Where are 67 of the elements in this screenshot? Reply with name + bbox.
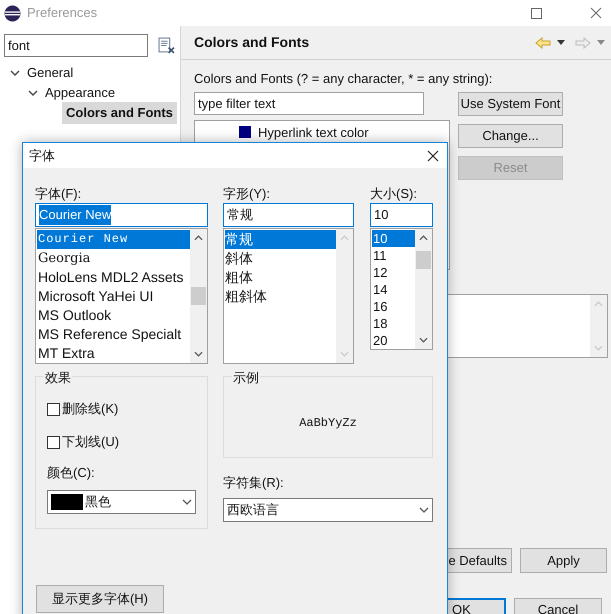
scrollbar[interactable] xyxy=(190,229,207,363)
window-title: Preferences xyxy=(27,4,98,22)
charset-dropdown[interactable]: 西欧语言 xyxy=(223,498,433,522)
chevron-down-icon xyxy=(419,506,429,512)
field-label: 字形(Y): xyxy=(223,185,271,200)
font-name-field[interactable]: Courier New xyxy=(35,203,208,227)
app-logo-icon xyxy=(4,4,21,22)
field-label: 字符集(R): xyxy=(223,474,285,492)
scrollbar[interactable] xyxy=(415,229,432,349)
size-option[interactable]: 16 xyxy=(372,298,415,315)
page-title: Colors and Fonts xyxy=(194,33,310,52)
sample-text: AaBbYyZz xyxy=(299,415,357,432)
style-list[interactable]: 常规 斜体 粗体 粗斜体 xyxy=(223,228,354,364)
expand-chevron-icon[interactable] xyxy=(28,88,38,98)
font-option[interactable]: MS Outlook xyxy=(37,306,190,325)
tree-item[interactable]: General xyxy=(26,63,74,83)
scroll-thumb[interactable] xyxy=(416,251,431,269)
scroll-thumb[interactable] xyxy=(191,287,206,305)
dialog-title: 字体 xyxy=(29,146,55,165)
checkbox[interactable] xyxy=(47,402,60,416)
font-option[interactable]: Microsoft YaHei UI xyxy=(37,287,190,306)
tree-item[interactable]: Appearance xyxy=(44,83,116,103)
more-fonts-button[interactable]: 显示更多字体(H) xyxy=(36,585,164,613)
style-option[interactable]: 粗体 xyxy=(225,268,336,287)
list-item[interactable]: Hyperlink text color xyxy=(258,122,369,142)
checkbox[interactable] xyxy=(47,436,60,448)
scroll-up-icon[interactable] xyxy=(194,235,203,241)
style-option[interactable]: 斜体 xyxy=(225,249,336,268)
font-option[interactable]: MS Reference Specialt xyxy=(37,325,190,344)
font-option[interactable]: Georgia xyxy=(37,249,190,268)
font-list[interactable]: Courier New Georgia HoloLens MDL2 Assets Microsoft YaHei UI MS Outlook MS Reference Specialt MT Extra xyxy=(35,228,208,364)
font-option[interactable]: MT Extra xyxy=(37,344,190,363)
field-label: 大小(S): xyxy=(370,185,418,200)
size-list[interactable]: 10 11 12 14 16 18 20 xyxy=(370,228,433,350)
font-option[interactable]: Courier New xyxy=(37,230,190,249)
dialog-button[interactable]: Apply xyxy=(520,548,607,573)
close-icon[interactable] xyxy=(427,150,439,162)
clear-filter-icon[interactable] xyxy=(158,37,175,54)
field-label: 字体(F): xyxy=(35,185,82,200)
dialog-button[interactable]: Change... xyxy=(458,124,563,148)
size-option[interactable]: 11 xyxy=(372,247,415,264)
chevron-down-icon xyxy=(182,498,192,504)
filter-label: Colors and Fonts (? = any character, * = any string): xyxy=(194,70,494,88)
expand-chevron-icon[interactable] xyxy=(10,68,20,78)
checkbox-label: 删除线(K) xyxy=(62,400,118,418)
search-field[interactable]: font xyxy=(4,34,148,57)
size-option[interactable]: 10 xyxy=(372,230,415,247)
scroll-up-icon[interactable] xyxy=(419,235,428,241)
scroll-down-icon[interactable] xyxy=(194,351,203,357)
scroll-down-icon[interactable] xyxy=(419,337,428,343)
size-option[interactable]: 18 xyxy=(372,315,415,332)
dialog-button[interactable]: Use System Font xyxy=(458,92,563,116)
size-field[interactable]: 10 xyxy=(370,203,433,227)
filter-field[interactable]: type filter text xyxy=(194,92,424,114)
size-option[interactable]: 14 xyxy=(372,281,415,298)
color-dropdown[interactable]: 黑色 xyxy=(47,490,196,514)
field-label: 颜色(C): xyxy=(47,464,96,482)
font-option[interactable]: HoloLens MDL2 Assets xyxy=(37,268,190,287)
style-field[interactable]: 常规 xyxy=(223,203,354,227)
size-option[interactable]: 12 xyxy=(372,264,415,281)
checkbox-label: 下划线(U) xyxy=(62,433,120,452)
style-option[interactable]: 粗斜体 xyxy=(225,287,336,306)
style-option[interactable]: 常规 xyxy=(225,230,336,249)
maximize-icon[interactable] xyxy=(531,8,542,18)
caret-icon[interactable] xyxy=(557,40,565,45)
tree-item[interactable]: Colors and Fonts xyxy=(62,102,177,124)
size-option[interactable]: 20 xyxy=(372,332,415,349)
